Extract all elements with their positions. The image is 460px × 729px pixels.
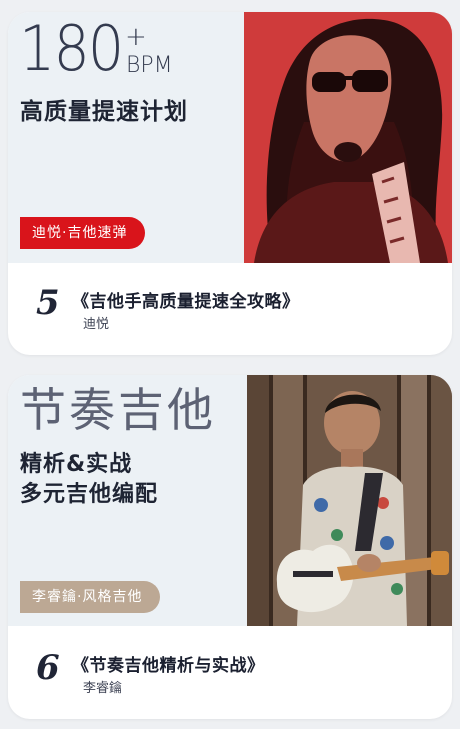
plus-sign: + — [125, 22, 147, 52]
instructor-tag: 迪悦·吉他速弹 — [20, 217, 146, 249]
headline-line-2: 多元吉他编配 — [20, 482, 159, 507]
guitarist-photo — [247, 375, 452, 626]
episode-number: 6 — [36, 648, 60, 688]
course-banner: 节奏吉他 精析&实战 多元吉他编配 李睿鑰·风格吉他 — [8, 375, 452, 626]
episode-number: 5 — [36, 283, 60, 323]
book-title[interactable]: 《吉他手高质量提速全攻略》 — [72, 287, 300, 312]
author-name: 李睿鑰 — [83, 681, 123, 696]
banner-headline: 高质量提速计划 — [20, 99, 188, 125]
book-title[interactable]: 《节奏吉他精析与实战》 — [72, 651, 265, 676]
headline-line-1: 精析&实战 — [20, 452, 133, 477]
banner-title: 节奏吉他 — [20, 383, 216, 437]
author-name: 迪悦 — [83, 317, 110, 332]
course-card-1[interactable]: 180 + BPM 高质量提速计划 迪悦·吉他速弹 5 《吉他手高质量提速全攻略… — [8, 12, 452, 355]
course-banner: 180 + BPM 高质量提速计划 迪悦·吉他速弹 — [8, 12, 452, 263]
guitarist-photo — [244, 12, 452, 263]
guitarist-photo-art — [244, 12, 452, 263]
course-card-2[interactable]: 节奏吉他 精析&实战 多元吉他编配 李睿鑰·风格吉他 6 《节奏吉他精析与实战》… — [8, 375, 452, 719]
bpm-number: 180 — [19, 12, 124, 85]
instructor-tag: 李睿鑰·风格吉他 — [20, 581, 161, 613]
guitarist-photo-art — [247, 375, 452, 626]
banner-headline: 精析&实战 多元吉他编配 — [20, 450, 158, 510]
bpm-unit: BPM — [126, 53, 173, 78]
